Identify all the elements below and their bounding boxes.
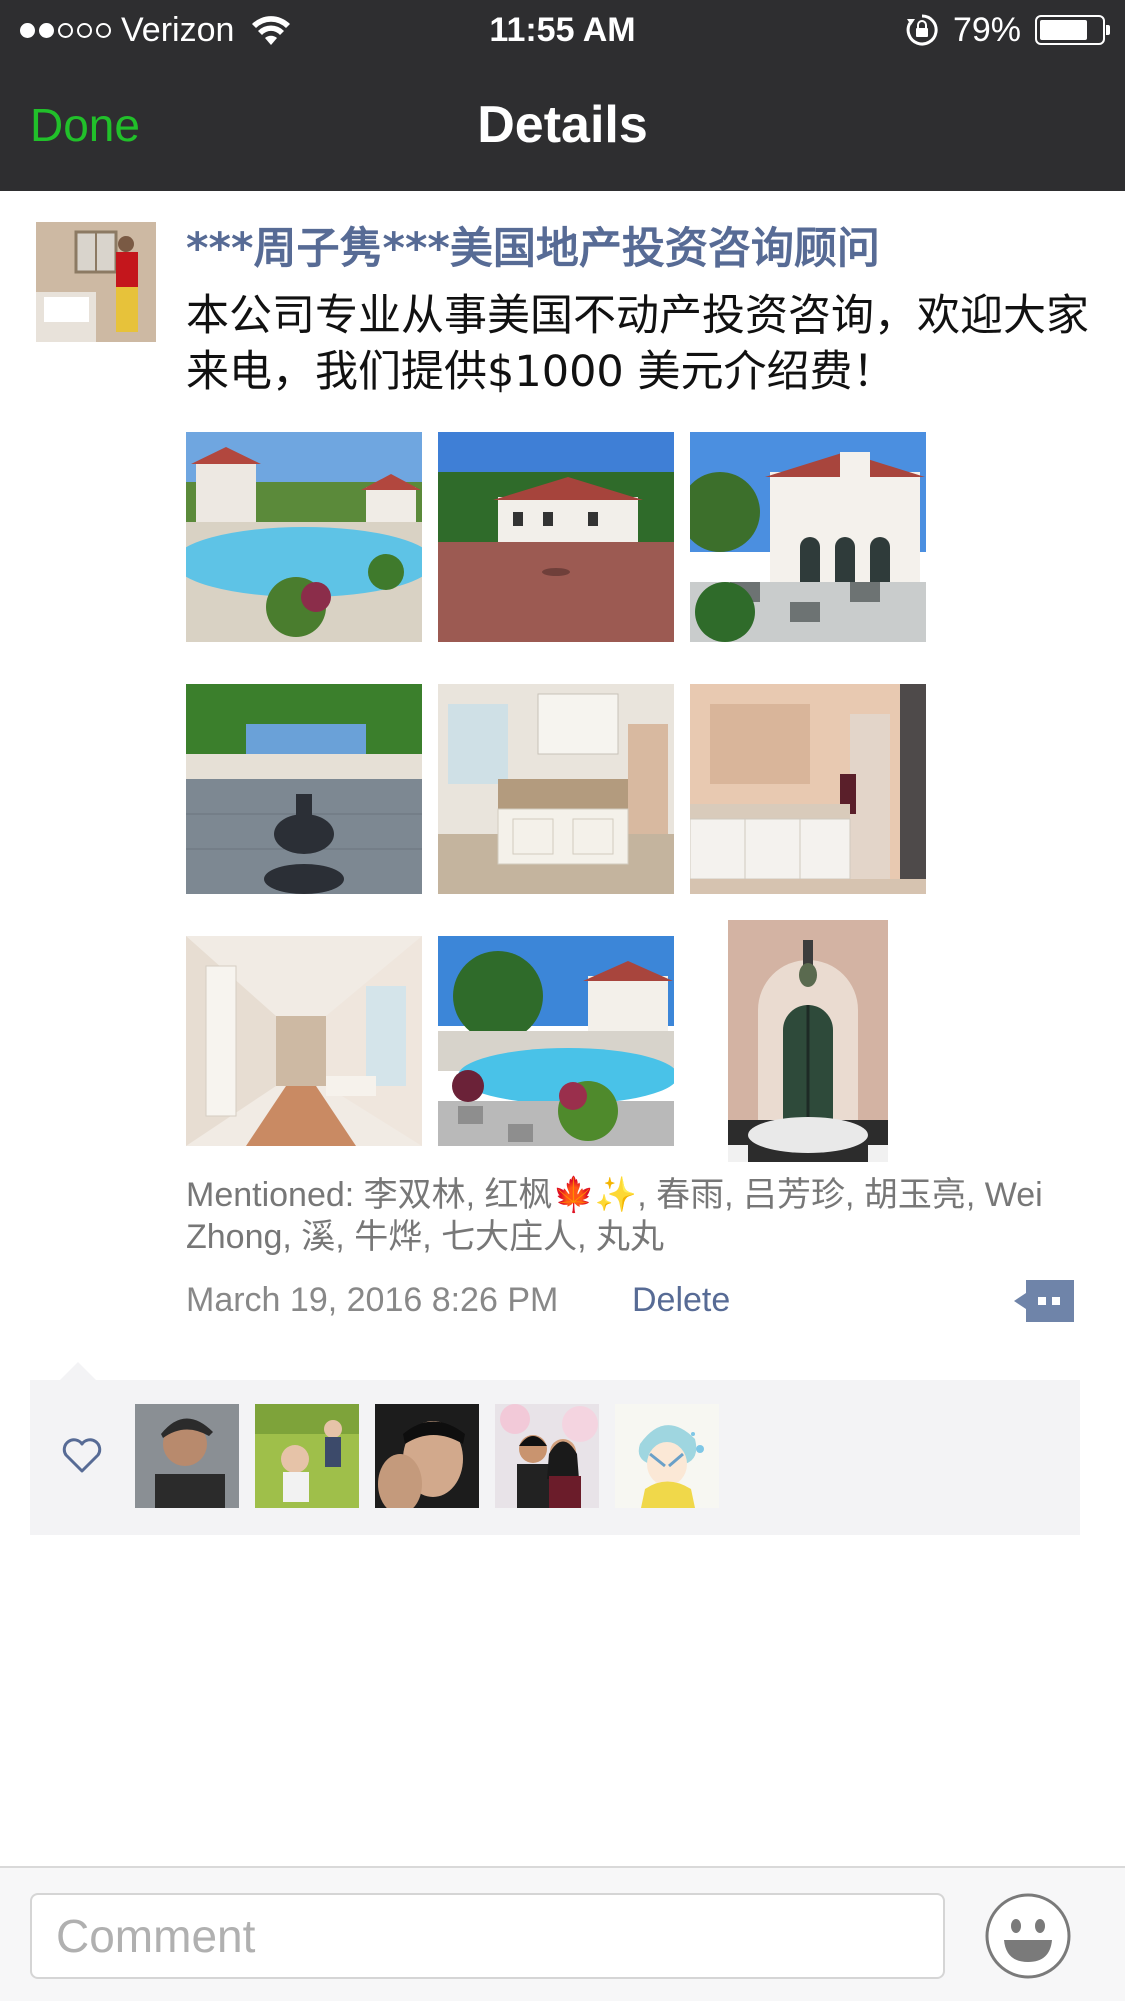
photo-terrace[interactable]: [690, 432, 926, 642]
status-right: 79%: [905, 8, 1110, 52]
photo-grid: [186, 432, 928, 1162]
delete-button[interactable]: Delete: [632, 1276, 730, 1324]
likes-pointer: [58, 1362, 98, 1382]
photo-patio-fountain[interactable]: [186, 684, 422, 894]
liker-avatar[interactable]: [495, 1404, 599, 1508]
status-bar: Verizon 11:55 AM 79%: [0, 0, 1125, 60]
liker-avatar[interactable]: [135, 1404, 239, 1508]
comment-menu-icon[interactable]: [1014, 1280, 1074, 1322]
heart-outline-icon: [62, 1438, 102, 1473]
page-title: Details: [477, 96, 648, 154]
post-timestamp: March 19, 2016 8:26 PM: [186, 1281, 559, 1319]
liker-avatar[interactable]: [615, 1404, 719, 1508]
comment-input[interactable]: [30, 1893, 945, 1979]
photo-pool-garden[interactable]: [438, 936, 674, 1146]
battery-fill: [1040, 20, 1087, 40]
mentioned-list: Mentioned: 李双林, 红枫🍁✨, 春雨, 吕芳珍, 胡玉亮, Wei …: [186, 1176, 1043, 1256]
nav-bar: Done Details: [0, 60, 1125, 191]
photo-bathroom-vanity[interactable]: [690, 684, 926, 894]
battery-percent: 79%: [952, 10, 1021, 49]
battery-icon: [1035, 15, 1110, 45]
comment-bar: [0, 1866, 1125, 2001]
photo-pool-house[interactable]: [186, 432, 422, 642]
photo-kitchen[interactable]: [438, 684, 674, 894]
smiley-icon[interactable]: [984, 1892, 1072, 1980]
post-author-name[interactable]: ***周子隽***美国地产投资咨询顾问: [186, 218, 1086, 280]
photo-front-driveway[interactable]: [438, 432, 674, 642]
liker-avatar[interactable]: [375, 1404, 479, 1508]
rotation-lock-icon: [906, 14, 938, 46]
post-text: 本公司专业从事美国不动产投资咨询，欢迎大家来电，我们提供$1000 美元介绍费！: [186, 291, 1089, 397]
author-avatar[interactable]: [36, 222, 156, 342]
photo-hallway[interactable]: [186, 936, 422, 1146]
photo-arched-entry[interactable]: [728, 920, 888, 1162]
liker-avatar[interactable]: [255, 1404, 359, 1508]
